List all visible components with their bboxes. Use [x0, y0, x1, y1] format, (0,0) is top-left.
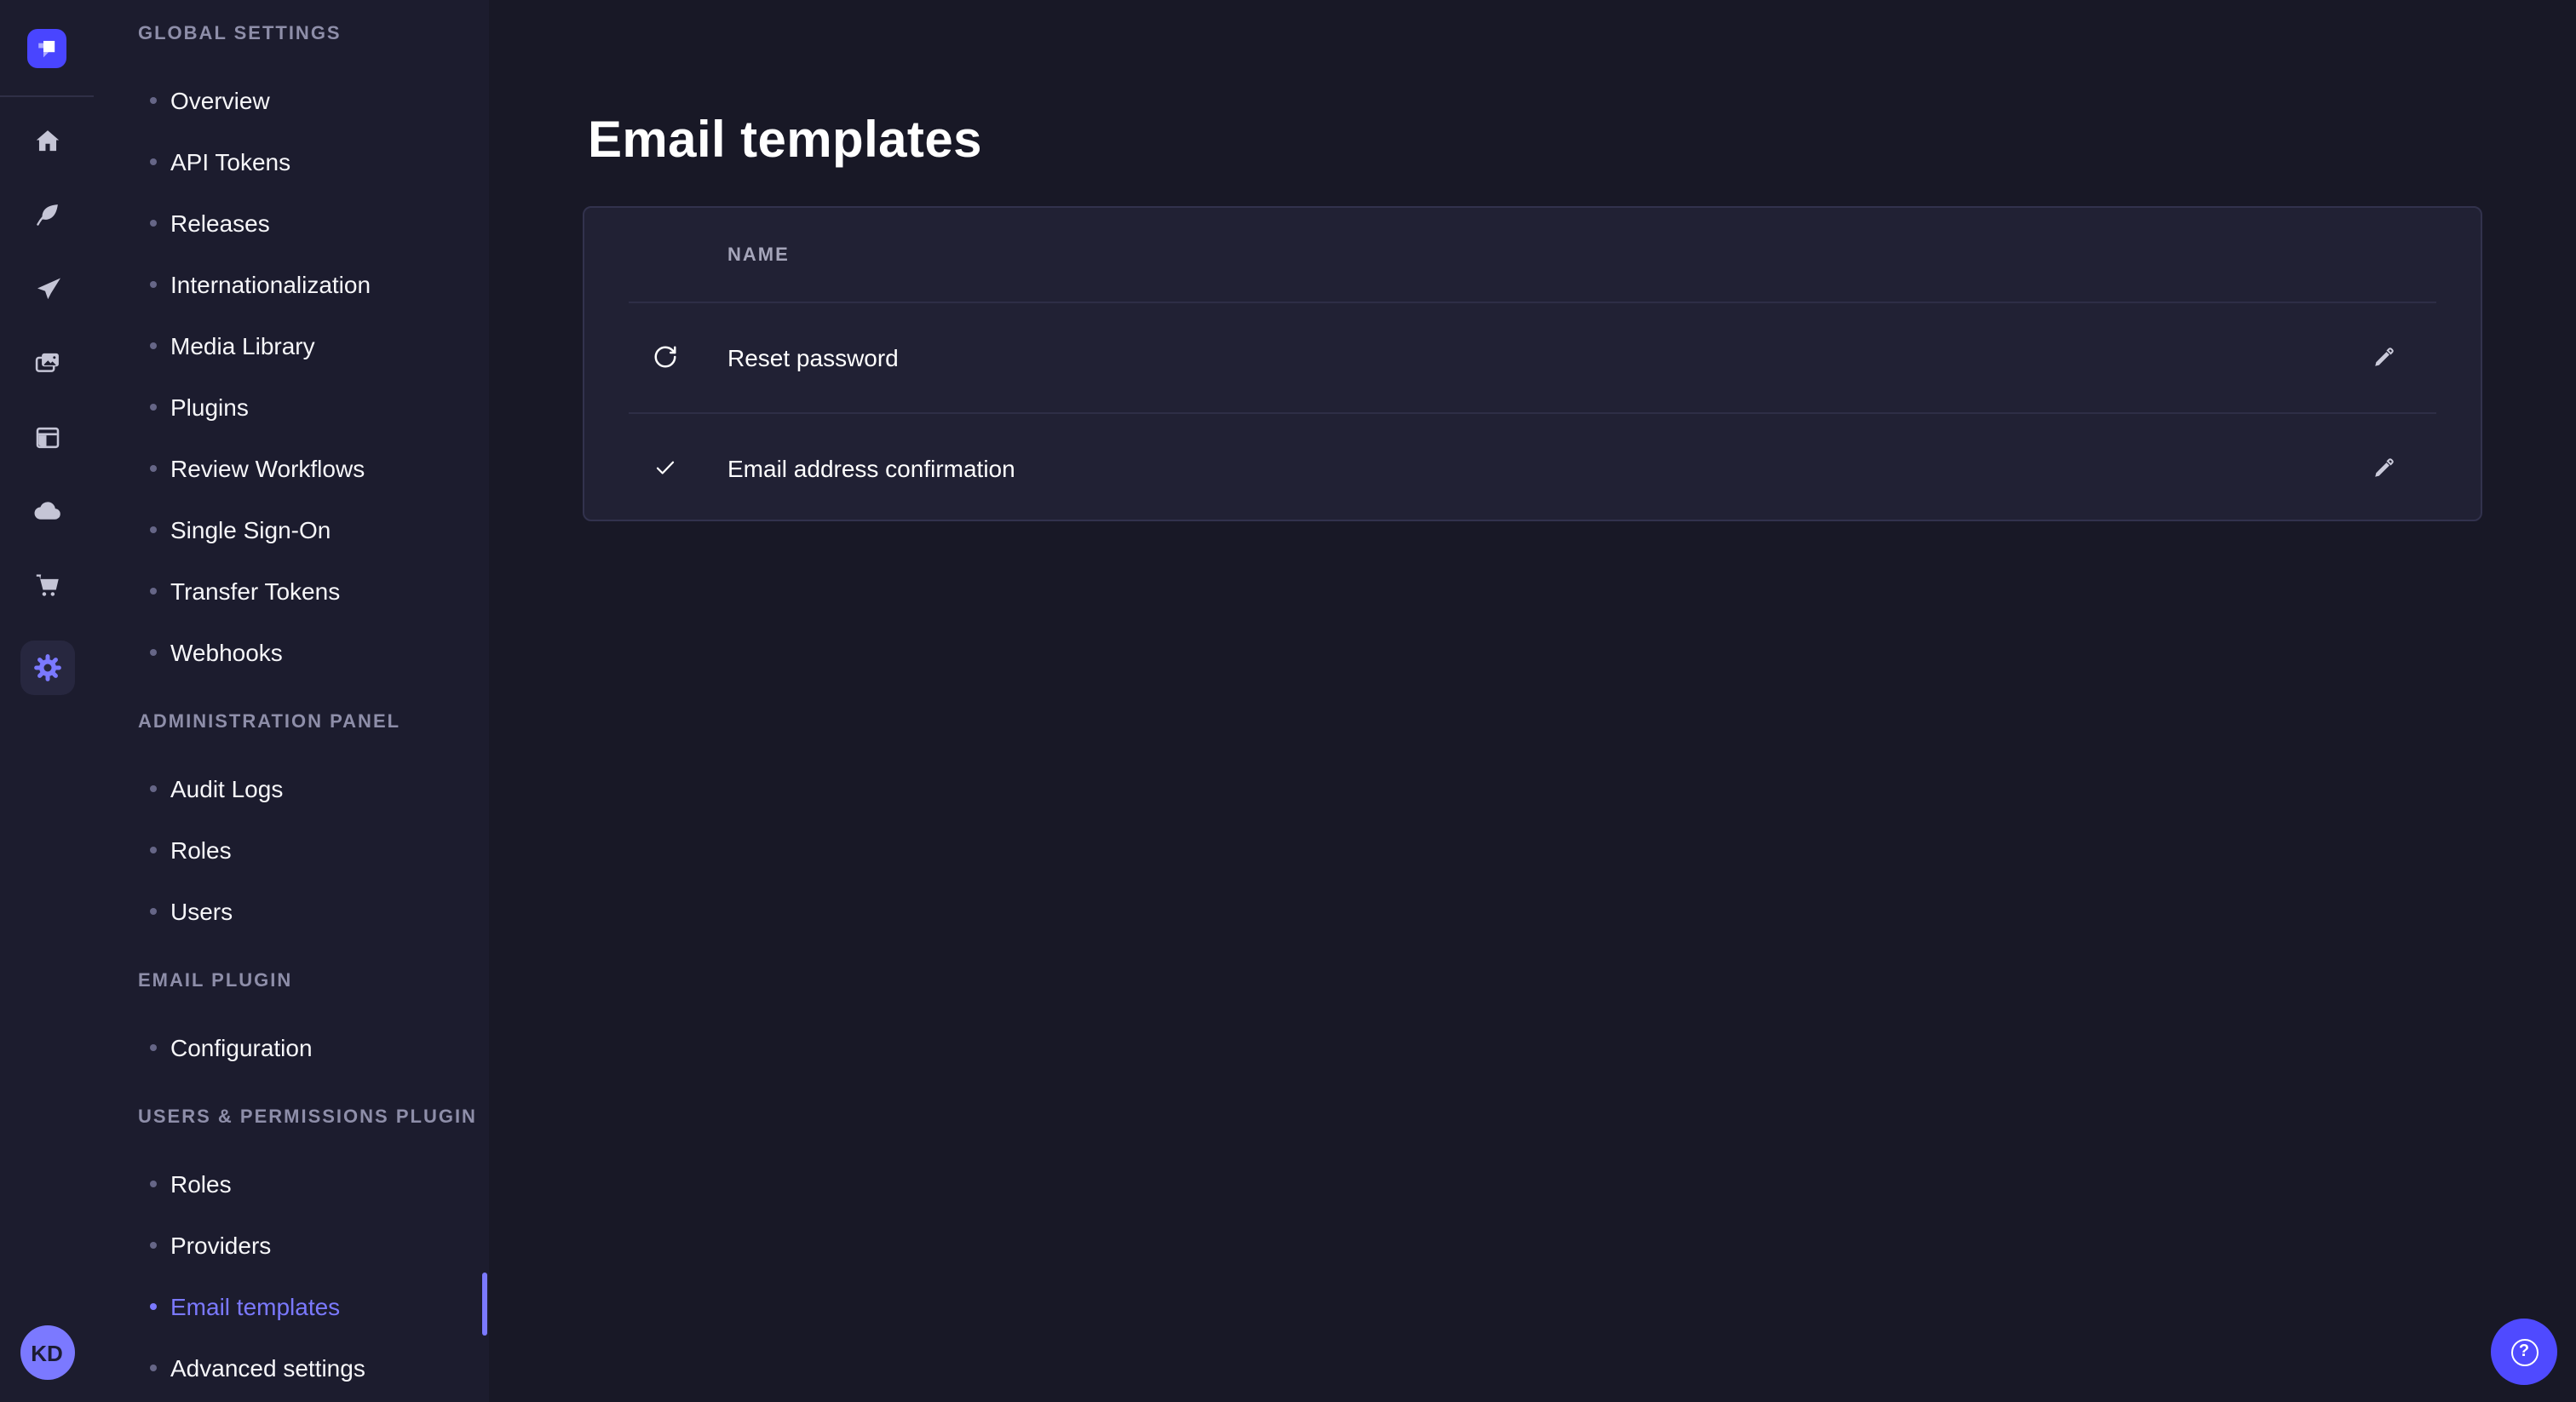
bullet-icon: [150, 1365, 157, 1371]
sidebar-item-admin-roles[interactable]: Roles: [94, 819, 489, 881]
check-icon: [651, 412, 680, 523]
bullet-icon: [150, 847, 157, 853]
bullet-icon: [150, 526, 157, 533]
sidebar-section-administration-panel: ADMINISTRATION PANEL: [94, 709, 489, 736]
sidebar-scrollbar-thumb[interactable]: [482, 1273, 487, 1336]
template-name: Reset password: [727, 302, 899, 412]
help-button[interactable]: ?: [2491, 1319, 2557, 1385]
paper-plane-icon[interactable]: [0, 274, 94, 305]
bullet-icon: [150, 1242, 157, 1249]
media-gallery-icon[interactable]: [0, 348, 94, 378]
bullet-icon: [150, 588, 157, 595]
page-title: Email templates: [588, 109, 982, 174]
bullet-icon: [150, 1044, 157, 1051]
sidebar-item-transfer-tokens[interactable]: Transfer Tokens: [94, 560, 489, 622]
table-row-email-confirmation[interactable]: Email address confirmation: [584, 412, 2481, 523]
sidebar-list-administration-panel: Audit Logs Roles Users: [94, 758, 489, 942]
sidebar-item-configuration[interactable]: Configuration: [94, 1017, 489, 1078]
sidebar-section-email-plugin: EMAIL PLUGIN: [94, 968, 489, 995]
main-content: Email templates NAME Reset password: [489, 0, 2576, 1402]
settings-gear-button[interactable]: [20, 640, 74, 694]
bullet-icon: [150, 908, 157, 915]
bullet-icon: [150, 97, 157, 104]
pencil-icon: [2369, 454, 2396, 481]
template-name: Email address confirmation: [727, 412, 1015, 523]
bullet-icon: [150, 158, 157, 165]
sidebar-item-email-templates[interactable]: Email templates: [94, 1276, 489, 1337]
sidebar-item-plugins[interactable]: Plugins: [94, 376, 489, 438]
sidebar-item-advanced-settings[interactable]: Advanced settings: [94, 1337, 489, 1399]
sidebar-list-email-plugin: Configuration: [94, 1017, 489, 1078]
user-avatar[interactable]: KD: [20, 1325, 74, 1380]
refresh-icon: [651, 302, 680, 412]
bullet-icon: [150, 1181, 157, 1187]
edit-button[interactable]: [2361, 446, 2404, 489]
sidebar-item-up-roles[interactable]: Roles: [94, 1153, 489, 1215]
sidebar-item-webhooks[interactable]: Webhooks: [94, 622, 489, 683]
sidebar-item-overview[interactable]: Overview: [94, 70, 489, 131]
pencil-icon: [2369, 343, 2396, 371]
settings-sidebar: GLOBAL SETTINGS Overview API Tokens Rele…: [94, 0, 491, 1402]
settings-gear-icon: [30, 650, 64, 684]
icon-rail: KD: [0, 0, 95, 1402]
bullet-icon: [150, 342, 157, 349]
edit-button[interactable]: [2361, 336, 2404, 378]
feather-pen-icon[interactable]: [0, 199, 94, 230]
bullet-icon: [150, 465, 157, 472]
bullet-icon: [150, 404, 157, 411]
sidebar-item-single-sign-on[interactable]: Single Sign-On: [94, 499, 489, 560]
sidebar-item-api-tokens[interactable]: API Tokens: [94, 131, 489, 192]
bullet-icon: [150, 1303, 157, 1310]
sidebar-section-users-permissions-plugin: USERS & PERMISSIONS PLUGIN: [94, 1104, 489, 1131]
bullet-icon: [150, 649, 157, 656]
bullet-icon: [150, 281, 157, 288]
strapi-logo-icon: [27, 28, 66, 67]
strapi-logo[interactable]: [27, 28, 66, 67]
bullet-icon: [150, 785, 157, 792]
column-header-name: NAME: [727, 208, 790, 302]
sidebar-section-global-settings: GLOBAL SETTINGS: [94, 20, 489, 48]
question-mark-icon: ?: [2510, 1338, 2538, 1365]
shopping-cart-icon[interactable]: [0, 571, 94, 601]
sidebar-item-providers[interactable]: Providers: [94, 1215, 489, 1276]
sidebar-item-review-workflows[interactable]: Review Workflows: [94, 438, 489, 499]
sidebar-item-media-library[interactable]: Media Library: [94, 315, 489, 376]
cloud-icon[interactable]: [0, 496, 94, 526]
email-templates-table: NAME Reset password: [583, 206, 2482, 521]
layout-panel-icon[interactable]: [0, 422, 94, 453]
table-header: NAME: [584, 208, 2481, 302]
sidebar-item-audit-logs[interactable]: Audit Logs: [94, 758, 489, 819]
sidebar-item-releases[interactable]: Releases: [94, 192, 489, 254]
bullet-icon: [150, 220, 157, 227]
sidebar-item-internationalization[interactable]: Internationalization: [94, 254, 489, 315]
sidebar-item-admin-users[interactable]: Users: [94, 881, 489, 942]
logo-cell: [0, 0, 94, 97]
sidebar-list-global-settings: Overview API Tokens Releases Internation…: [94, 70, 489, 683]
home-icon[interactable]: [0, 126, 94, 157]
strapi-admin-window: KD GLOBAL SETTINGS Overview API Tokens R…: [0, 0, 2576, 1402]
sidebar-list-users-permissions-plugin: Roles Providers Email templates Advanced…: [94, 1153, 489, 1399]
table-row-reset-password[interactable]: Reset password: [584, 302, 2481, 412]
